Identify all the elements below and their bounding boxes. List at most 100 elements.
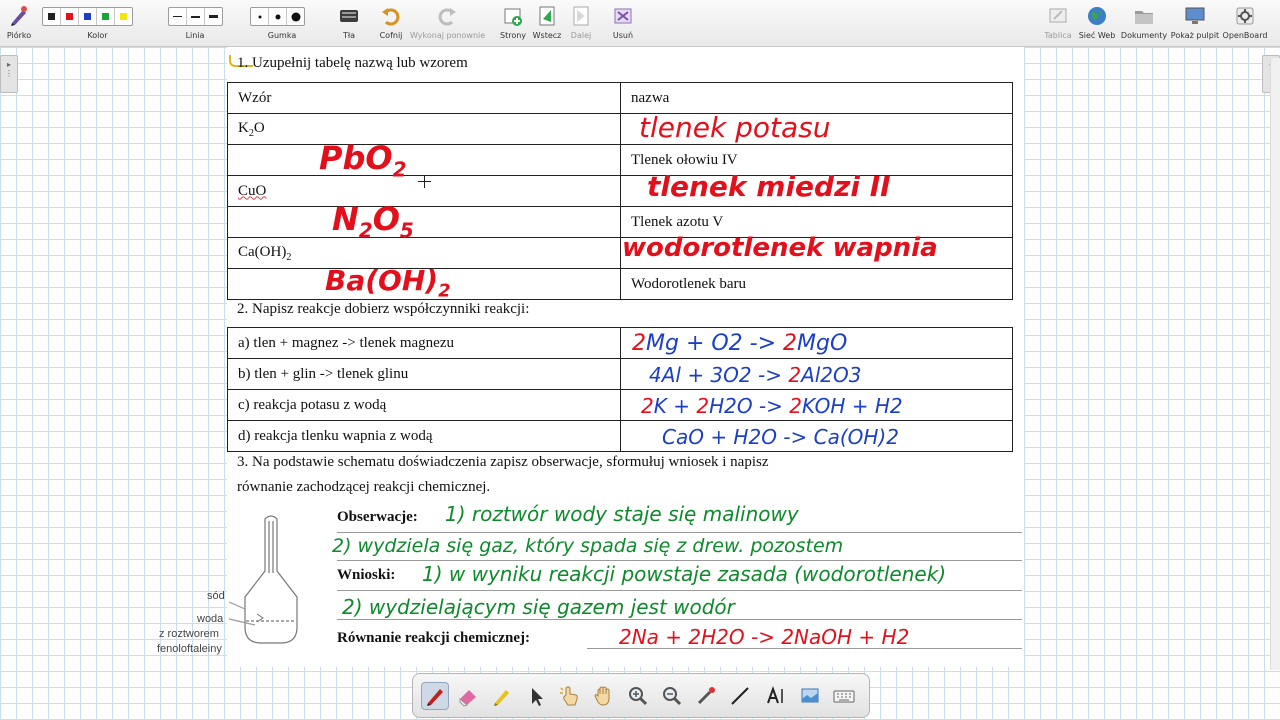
line-thin-option[interactable] [169, 8, 187, 25]
handwriting-equation: 2Na + 2H2O -> 2NaOH + H2 [619, 625, 910, 649]
eraser-medium-option[interactable] [269, 8, 287, 25]
back-button[interactable]: Wstecz [531, 4, 563, 44]
collapse-arrow-icon: ▸ [6, 60, 11, 69]
handwriting-observation: 1) roztwór wody staje się malinowy [445, 502, 799, 526]
main-toolbar: Piórko Kolor Linia Gumka Tła Cofnij Wyko… [0, 0, 1280, 47]
color-swatch[interactable] [79, 8, 97, 25]
arrow-cursor-icon [532, 688, 543, 706]
marker-tool-button[interactable] [489, 683, 515, 709]
page-back-icon [539, 6, 555, 26]
openboard-button[interactable]: OpenBoard [1222, 4, 1268, 44]
drawing-tools-bar [412, 673, 870, 718]
zoom-in-tool-button[interactable] [625, 683, 651, 709]
pages-button[interactable]: Strony [497, 4, 529, 44]
handwriting-answer: wodorotlenek wapnia [622, 233, 938, 263]
answer-line [337, 590, 1022, 591]
left-panel-toggle[interactable]: ▸ ⋮ [0, 55, 18, 93]
hand-tool-button[interactable] [591, 683, 617, 709]
line-medium-option[interactable] [187, 8, 205, 25]
answer-line [337, 560, 1022, 561]
crosshair-cursor [418, 175, 431, 188]
color-swatch[interactable] [43, 8, 61, 25]
show-desktop-button[interactable]: Pokaż pulpit [1170, 4, 1220, 44]
handwriting-answer: tlenek miedzi II [647, 170, 891, 203]
undo-icon [382, 8, 400, 26]
web-label: Sieć Web [1078, 31, 1116, 40]
formula-cell [227, 206, 621, 238]
handwriting-answer: tlenek potasu [639, 111, 831, 144]
handwriting-conclusion: 2) wydzielającym się gazem jest wodór [342, 595, 735, 619]
zoom-in-icon [629, 687, 648, 706]
globe-icon [1088, 7, 1106, 25]
color-swatch-fill [120, 13, 127, 20]
line-label: Linia [185, 31, 205, 40]
color-swatch[interactable] [97, 8, 115, 25]
play-tool-button[interactable] [557, 683, 583, 709]
line-thick-option[interactable] [205, 8, 222, 25]
capture-icon [801, 688, 819, 703]
eraser-large-option[interactable] [287, 8, 304, 25]
line-tool-button[interactable] [727, 683, 753, 709]
name-cell: Wodorotlenek baru [620, 268, 1013, 300]
figure-label-woda: woda [197, 613, 224, 625]
handwriting-equation: 2Mg + O2 -> 2MgO [632, 331, 848, 356]
observations-label: Obserwacje: [337, 509, 418, 525]
keyboard-grid-icon [340, 10, 358, 22]
q3-text-line1: 3. Na podstawie schematu doświadczenia z… [237, 454, 769, 470]
eraser-tool-icon [459, 690, 476, 707]
next-button[interactable]: Dalej [566, 4, 596, 44]
delete-button[interactable]: Usuń [608, 4, 638, 44]
color-swatch[interactable] [61, 8, 79, 25]
panel-dots-icon: ⋮ [5, 69, 13, 78]
task-cell: d) reakcja tlenku wapnia z wodą [227, 420, 621, 452]
header-formula: Wzór [227, 82, 621, 114]
q1-title: 1. Uzupełnij tabelę nazwą lub wzorem [237, 55, 468, 71]
keyboard-icon [833, 690, 855, 703]
color-swatch[interactable] [115, 8, 132, 25]
undo-button[interactable]: Cofnij [375, 4, 407, 44]
delete-label: Usuń [612, 31, 634, 40]
vertical-scrollbar[interactable] [1270, 58, 1280, 670]
text-tool-button[interactable] [763, 683, 789, 709]
color-picker [42, 7, 133, 26]
pen-tool-button[interactable] [421, 682, 449, 710]
q2-title: 2. Napisz reakcje dobierz współczynniki … [237, 301, 530, 317]
capture-tool-button[interactable] [797, 683, 823, 709]
board-button[interactable]: Tablica [1042, 4, 1074, 44]
gear-icon [1236, 7, 1254, 25]
laser-pointer-tool-button[interactable] [693, 683, 719, 709]
color-swatch-fill [102, 13, 109, 20]
handwriting-answer: PbO2 [319, 139, 407, 182]
handwriting-equation: 4Al + 3O2 -> 2Al2O3 [649, 363, 862, 387]
eraser-small-option[interactable] [251, 8, 269, 25]
pen-button[interactable]: Piórko [4, 4, 34, 44]
page-next-icon [573, 6, 589, 26]
color-swatch-fill [84, 13, 91, 20]
hand-pointer-icon [560, 686, 578, 706]
figure-label-roztwor: z roztworem [159, 628, 219, 640]
documents-button[interactable]: Dokumenty [1120, 4, 1168, 44]
undo-label: Cofnij [379, 31, 403, 40]
figure-label-sod: sód [207, 590, 225, 602]
openboard-label: OpenBoard [1222, 31, 1268, 40]
background-button[interactable]: Tła [335, 4, 363, 44]
zoom-out-tool-button[interactable] [659, 683, 685, 709]
pen-icon [11, 6, 27, 26]
hand-icon [594, 686, 610, 706]
eraser-tool-button[interactable] [455, 683, 481, 709]
q3-text-line2: równanie zachodzącej reakcji chemicznej. [237, 479, 491, 495]
web-button[interactable]: Sieć Web [1078, 4, 1116, 44]
handwriting-answer: N2O5 [332, 200, 414, 243]
keyboard-tool-button[interactable] [831, 683, 857, 709]
delete-icon [614, 8, 632, 24]
handwriting-equation: 2K + 2H2O -> 2KOH + H2 [641, 394, 903, 418]
selector-tool-button[interactable] [523, 683, 549, 709]
conclusions-label: Wnioski: [337, 567, 396, 583]
task-cell: b) tlen + glin -> tlenek glinu [227, 358, 621, 390]
add-page-icon [504, 8, 522, 26]
pen-label: Piórko [6, 31, 32, 40]
task-cell: c) reakcja potasu z wodą [227, 389, 621, 421]
handwriting-answer: Ba(OH)2 [325, 264, 451, 302]
line-icon [731, 687, 749, 705]
redo-button[interactable]: Wykonaj ponownie [410, 4, 485, 44]
